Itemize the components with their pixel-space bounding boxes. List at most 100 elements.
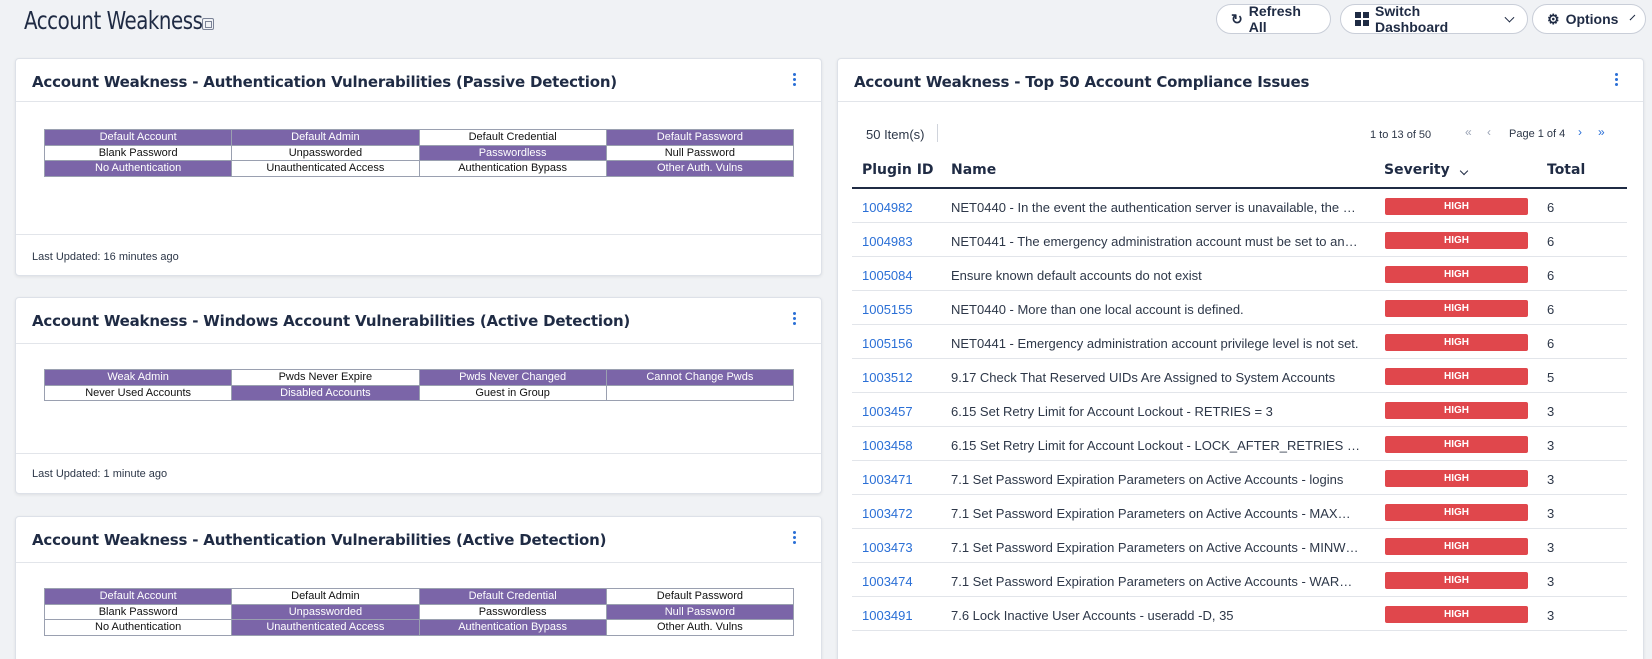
matrix-cell[interactable]: Other Auth. Vulns [605,160,795,177]
matrix-cell[interactable]: No Authentication [43,160,233,177]
more-menu-icon[interactable] [1615,73,1619,86]
panel-title: Account Weakness - Top 50 Account Compli… [854,73,1310,91]
plugin-name: 7.6 Lock Inactive User Accounts - userad… [951,608,1234,623]
chevron-down-icon [1504,12,1515,22]
matrix-cell[interactable]: Null Password [605,603,795,620]
total-count: 3 [1547,574,1555,589]
prev-page-icon[interactable]: ‹ [1487,125,1491,139]
matrix-cell[interactable]: Null Password [605,144,795,161]
panel-title: Account Weakness - Windows Account Vulne… [32,312,631,330]
col-header-plugin-id[interactable]: Plugin ID [862,162,934,178]
matrix-cell[interactable]: Default Account [43,129,233,146]
matrix-cell[interactable]: No Authentication [43,619,233,636]
page-label: Page 1 of 4 [1509,128,1566,140]
plugin-id-link[interactable]: 1005084 [862,268,913,283]
table-row[interactable]: 1003474 7.1 Set Password Expiration Param… [852,563,1627,597]
table-row[interactable]: 1005084 Ensure known default accounts do … [852,257,1627,291]
plugin-name: 7.1 Set Password Expiration Parameters o… [951,540,1361,555]
copy-icon[interactable] [202,18,214,30]
table-row[interactable]: 1005156 NET0441 - Emergency administratio… [852,325,1627,359]
gear-icon: ⚙ [1547,10,1560,27]
matrix-cell[interactable]: Unpassworded [231,144,420,161]
matrix-cell[interactable]: Default Password [605,588,795,605]
table-row[interactable]: 1005155 NET0440 - More than one local acc… [852,291,1627,325]
refresh-all-button[interactable]: ↻ Refresh All [1216,3,1331,35]
matrix-cell[interactable]: Blank Password [43,603,233,620]
matrix-cell[interactable] [605,384,795,401]
plugin-id-link[interactable]: 1003457 [862,404,913,419]
first-page-icon[interactable]: « [1465,125,1472,139]
matrix-row: Blank Password Unpassworded Passwordless Nu… [43,144,795,161]
plugin-name: 9.17 Check That Reserved UIDs Are Assign… [951,370,1336,385]
matrix-cell[interactable]: Cannot Change Pwds [605,369,795,386]
more-menu-icon[interactable] [793,312,797,325]
last-page-icon[interactable]: » [1598,125,1605,139]
matrix-cell[interactable]: Blank Password [43,144,233,161]
next-page-icon[interactable]: › [1578,125,1582,139]
plugin-id-link[interactable]: 1003458 [862,438,913,453]
col-header-severity-label: Severity [1384,162,1450,178]
table-row[interactable]: 1003471 7.1 Set Password Expiration Param… [852,461,1627,495]
matrix-row: Default Account Default Admin Default Cred… [43,588,795,605]
plugin-id-link[interactable]: 1003473 [862,540,913,555]
table-row[interactable]: 1003491 7.6 Lock Inactive User Accounts -… [852,597,1627,631]
matrix-cell[interactable]: Unpassworded [231,603,420,620]
table-row[interactable]: 1003512 9.17 Check That Reserved UIDs Are… [852,359,1627,393]
matrix-cell[interactable]: Default Admin [231,129,420,146]
plugin-id-link[interactable]: 1003471 [862,472,913,487]
matrix-cell[interactable]: Pwds Never Changed [418,369,607,386]
col-header-total[interactable]: Total [1547,162,1585,178]
auth-active-matrix: Default Account Default Admin Default Cred… [43,588,795,636]
plugin-id-link[interactable]: 1005156 [862,336,913,351]
plugin-id-link[interactable]: 1005155 [862,302,913,317]
sort-desc-icon [1459,166,1468,176]
matrix-cell[interactable]: Default Credential [418,588,607,605]
matrix-cell[interactable]: Passwordless [418,144,607,161]
matrix-row: Weak Admin Pwds Never Expire Pwds Never Ch… [43,369,795,386]
plugin-name: Ensure known default accounts do not exi… [951,268,1202,283]
refresh-all-label: Refresh All [1248,3,1301,35]
matrix-cell[interactable]: Unauthenticated Access [231,619,420,636]
col-header-severity[interactable]: Severity [1384,162,1468,178]
options-button[interactable]: ⚙ Options [1532,4,1646,34]
plugin-id-link[interactable]: 1004982 [862,200,913,215]
matrix-cell[interactable]: Pwds Never Expire [231,369,420,386]
matrix-row: Default Account Default Admin Default Cred… [43,129,795,146]
more-menu-icon[interactable] [793,73,797,86]
more-menu-icon[interactable] [793,531,797,544]
matrix-cell[interactable]: Never Used Accounts [43,384,233,401]
total-count: 6 [1547,200,1555,215]
plugin-id-link[interactable]: 1003472 [862,506,913,521]
plugin-id-link[interactable]: 1004983 [862,234,913,249]
matrix-cell[interactable]: Unauthenticated Access [231,160,420,177]
severity-badge: HIGH [1385,402,1528,419]
matrix-cell[interactable]: Passwordless [418,603,607,620]
switch-dashboard-button[interactable]: Switch Dashboard [1340,3,1528,35]
plugin-name: NET0441 - Emergency administration accou… [951,336,1359,351]
matrix-cell[interactable]: Default Credential [418,129,607,146]
matrix-cell[interactable]: Other Auth. Vulns [605,619,795,636]
matrix-cell[interactable]: Authentication Bypass [418,619,607,636]
table-row[interactable]: 1003457 6.15 Set Retry Limit for Account … [852,393,1627,427]
panel-windows-active: Account Weakness - Windows Account Vulne… [15,297,822,494]
matrix-cell[interactable]: Default Account [43,588,233,605]
total-count: 3 [1547,472,1555,487]
matrix-cell[interactable]: Default Password [605,129,795,146]
matrix-cell[interactable]: Authentication Bypass [418,160,607,177]
severity-badge: HIGH [1385,198,1528,215]
table-row[interactable]: 1004983 NET0441 - The emergency administr… [852,223,1627,257]
plugin-id-link[interactable]: 1003512 [862,370,913,385]
table-row[interactable]: 1004982 NET0440 - In the event the authen… [852,189,1627,223]
matrix-cell[interactable]: Guest in Group [418,384,607,401]
total-count: 3 [1547,506,1555,521]
plugin-id-link[interactable]: 1003474 [862,574,913,589]
table-row[interactable]: 1003472 7.1 Set Password Expiration Param… [852,495,1627,529]
col-header-name[interactable]: Name [951,162,996,178]
matrix-cell[interactable]: Disabled Accounts [231,384,420,401]
matrix-cell[interactable]: Weak Admin [43,369,233,386]
panel-title: Account Weakness - Authentication Vulner… [32,531,607,549]
plugin-id-link[interactable]: 1003491 [862,608,913,623]
table-row[interactable]: 1003473 7.1 Set Password Expiration Param… [852,529,1627,563]
table-row[interactable]: 1003458 6.15 Set Retry Limit for Account … [852,427,1627,461]
matrix-cell[interactable]: Default Admin [231,588,420,605]
